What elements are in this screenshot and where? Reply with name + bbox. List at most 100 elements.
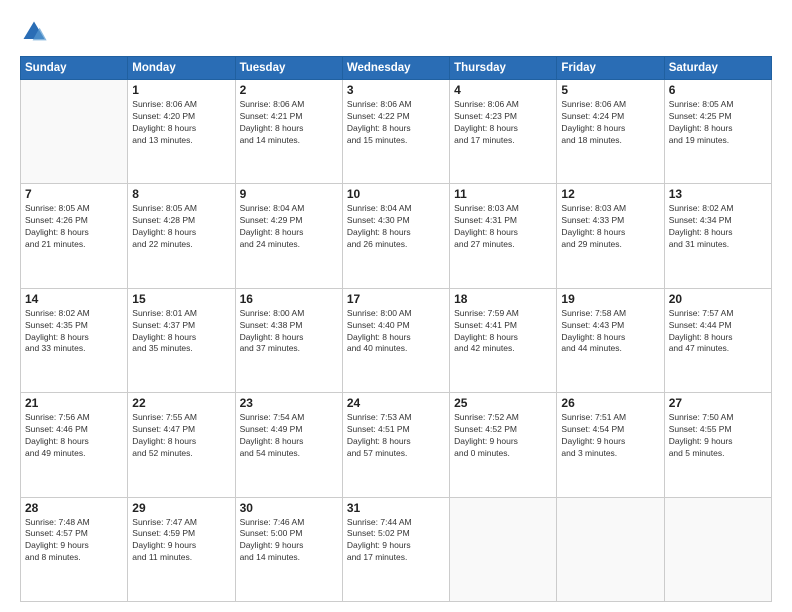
calendar-cell: 20 Sunrise: 7:57 AM Sunset: 4:44 PM Dayli… <box>664 288 771 392</box>
week-row-4: 28 Sunrise: 7:48 AM Sunset: 4:57 PM Dayli… <box>21 497 772 601</box>
calendar-cell: 11 Sunrise: 8:03 AM Sunset: 4:31 PM Dayli… <box>450 184 557 288</box>
calendar-cell: 17 Sunrise: 8:00 AM Sunset: 4:40 PM Dayli… <box>342 288 449 392</box>
day-number: 28 <box>25 501 123 515</box>
week-row-0: 1 Sunrise: 8:06 AM Sunset: 4:20 PM Daylig… <box>21 80 772 184</box>
calendar-cell: 4 Sunrise: 8:06 AM Sunset: 4:23 PM Daylig… <box>450 80 557 184</box>
day-number: 1 <box>132 83 230 97</box>
calendar-cell <box>21 80 128 184</box>
day-number: 20 <box>669 292 767 306</box>
calendar-cell: 12 Sunrise: 8:03 AM Sunset: 4:33 PM Dayli… <box>557 184 664 288</box>
calendar-cell: 22 Sunrise: 7:55 AM Sunset: 4:47 PM Dayli… <box>128 393 235 497</box>
calendar-cell <box>450 497 557 601</box>
calendar-header: SundayMondayTuesdayWednesdayThursdayFrid… <box>21 57 772 80</box>
day-number: 2 <box>240 83 338 97</box>
day-info: Sunrise: 8:04 AM Sunset: 4:29 PM Dayligh… <box>240 203 338 251</box>
day-info: Sunrise: 8:00 AM Sunset: 4:40 PM Dayligh… <box>347 308 445 356</box>
day-info: Sunrise: 7:53 AM Sunset: 4:51 PM Dayligh… <box>347 412 445 460</box>
calendar-cell: 10Sunrise: 8:04 AM Sunset: 4:30 PM Dayli… <box>342 184 449 288</box>
day-info: Sunrise: 8:06 AM Sunset: 4:24 PM Dayligh… <box>561 99 659 147</box>
calendar-cell: 3 Sunrise: 8:06 AM Sunset: 4:22 PM Daylig… <box>342 80 449 184</box>
page: SundayMondayTuesdayWednesdayThursdayFrid… <box>0 0 792 612</box>
calendar-cell: 31 Sunrise: 7:44 AM Sunset: 5:02 PM Dayli… <box>342 497 449 601</box>
day-number: 7 <box>25 187 123 201</box>
calendar-cell: 16 Sunrise: 8:00 AM Sunset: 4:38 PM Dayli… <box>235 288 342 392</box>
day-number: 5 <box>561 83 659 97</box>
day-info: Sunrise: 8:03 AM Sunset: 4:33 PM Dayligh… <box>561 203 659 251</box>
day-info: Sunrise: 7:51 AM Sunset: 4:54 PM Dayligh… <box>561 412 659 460</box>
day-info: Sunrise: 7:59 AM Sunset: 4:41 PM Dayligh… <box>454 308 552 356</box>
day-number: 15 <box>132 292 230 306</box>
calendar-cell: 5 Sunrise: 8:06 AM Sunset: 4:24 PM Daylig… <box>557 80 664 184</box>
logo <box>20 18 52 46</box>
calendar-cell: 27 Sunrise: 7:50 AM Sunset: 4:55 PM Dayli… <box>664 393 771 497</box>
calendar-body: 1 Sunrise: 8:06 AM Sunset: 4:20 PM Daylig… <box>21 80 772 602</box>
calendar-cell: 26 Sunrise: 7:51 AM Sunset: 4:54 PM Dayli… <box>557 393 664 497</box>
day-number: 24 <box>347 396 445 410</box>
calendar-cell: 2 Sunrise: 8:06 AM Sunset: 4:21 PM Daylig… <box>235 80 342 184</box>
calendar-cell: 6Sunrise: 8:05 AM Sunset: 4:25 PM Daylig… <box>664 80 771 184</box>
weekday-header-monday: Monday <box>128 57 235 80</box>
calendar-cell: 19Sunrise: 7:58 AM Sunset: 4:43 PM Dayli… <box>557 288 664 392</box>
day-info: Sunrise: 7:46 AM Sunset: 5:00 PM Dayligh… <box>240 517 338 565</box>
day-number: 29 <box>132 501 230 515</box>
day-number: 26 <box>561 396 659 410</box>
day-info: Sunrise: 8:06 AM Sunset: 4:21 PM Dayligh… <box>240 99 338 147</box>
day-info: Sunrise: 8:05 AM Sunset: 4:26 PM Dayligh… <box>25 203 123 251</box>
header <box>20 18 772 46</box>
day-info: Sunrise: 8:06 AM Sunset: 4:20 PM Dayligh… <box>132 99 230 147</box>
weekday-header-tuesday: Tuesday <box>235 57 342 80</box>
calendar-cell: 8 Sunrise: 8:05 AM Sunset: 4:28 PM Daylig… <box>128 184 235 288</box>
calendar-cell: 29 Sunrise: 7:47 AM Sunset: 4:59 PM Dayli… <box>128 497 235 601</box>
day-number: 27 <box>669 396 767 410</box>
calendar-cell: 23 Sunrise: 7:54 AM Sunset: 4:49 PM Dayli… <box>235 393 342 497</box>
day-number: 14 <box>25 292 123 306</box>
day-info: Sunrise: 8:02 AM Sunset: 4:35 PM Dayligh… <box>25 308 123 356</box>
day-number: 11 <box>454 187 552 201</box>
day-info: Sunrise: 8:06 AM Sunset: 4:23 PM Dayligh… <box>454 99 552 147</box>
weekday-header-friday: Friday <box>557 57 664 80</box>
week-row-3: 21 Sunrise: 7:56 AM Sunset: 4:46 PM Dayli… <box>21 393 772 497</box>
week-row-1: 7 Sunrise: 8:05 AM Sunset: 4:26 PM Daylig… <box>21 184 772 288</box>
day-number: 6 <box>669 83 767 97</box>
day-number: 31 <box>347 501 445 515</box>
day-number: 16 <box>240 292 338 306</box>
day-number: 8 <box>132 187 230 201</box>
day-info: Sunrise: 8:06 AM Sunset: 4:22 PM Dayligh… <box>347 99 445 147</box>
day-number: 19 <box>561 292 659 306</box>
day-number: 22 <box>132 396 230 410</box>
day-number: 30 <box>240 501 338 515</box>
day-info: Sunrise: 7:56 AM Sunset: 4:46 PM Dayligh… <box>25 412 123 460</box>
weekday-header-sunday: Sunday <box>21 57 128 80</box>
day-number: 23 <box>240 396 338 410</box>
weekday-row: SundayMondayTuesdayWednesdayThursdayFrid… <box>21 57 772 80</box>
day-number: 12 <box>561 187 659 201</box>
calendar-cell: 21 Sunrise: 7:56 AM Sunset: 4:46 PM Dayli… <box>21 393 128 497</box>
day-number: 13 <box>669 187 767 201</box>
calendar-cell: 24 Sunrise: 7:53 AM Sunset: 4:51 PM Dayli… <box>342 393 449 497</box>
day-info: Sunrise: 8:03 AM Sunset: 4:31 PM Dayligh… <box>454 203 552 251</box>
day-info: Sunrise: 8:05 AM Sunset: 4:28 PM Dayligh… <box>132 203 230 251</box>
calendar-cell: 28 Sunrise: 7:48 AM Sunset: 4:57 PM Dayli… <box>21 497 128 601</box>
day-number: 4 <box>454 83 552 97</box>
day-number: 25 <box>454 396 552 410</box>
day-number: 18 <box>454 292 552 306</box>
day-info: Sunrise: 7:57 AM Sunset: 4:44 PM Dayligh… <box>669 308 767 356</box>
calendar-cell: 7 Sunrise: 8:05 AM Sunset: 4:26 PM Daylig… <box>21 184 128 288</box>
calendar-cell <box>664 497 771 601</box>
day-info: Sunrise: 7:54 AM Sunset: 4:49 PM Dayligh… <box>240 412 338 460</box>
day-info: Sunrise: 8:01 AM Sunset: 4:37 PM Dayligh… <box>132 308 230 356</box>
day-number: 21 <box>25 396 123 410</box>
day-info: Sunrise: 7:44 AM Sunset: 5:02 PM Dayligh… <box>347 517 445 565</box>
day-number: 3 <box>347 83 445 97</box>
day-number: 9 <box>240 187 338 201</box>
day-number: 17 <box>347 292 445 306</box>
day-info: Sunrise: 7:50 AM Sunset: 4:55 PM Dayligh… <box>669 412 767 460</box>
day-info: Sunrise: 7:55 AM Sunset: 4:47 PM Dayligh… <box>132 412 230 460</box>
calendar-cell: 13 Sunrise: 8:02 AM Sunset: 4:34 PM Dayli… <box>664 184 771 288</box>
day-info: Sunrise: 8:02 AM Sunset: 4:34 PM Dayligh… <box>669 203 767 251</box>
day-info: Sunrise: 7:48 AM Sunset: 4:57 PM Dayligh… <box>25 517 123 565</box>
calendar-cell: 30 Sunrise: 7:46 AM Sunset: 5:00 PM Dayli… <box>235 497 342 601</box>
day-info: Sunrise: 8:00 AM Sunset: 4:38 PM Dayligh… <box>240 308 338 356</box>
day-info: Sunrise: 7:47 AM Sunset: 4:59 PM Dayligh… <box>132 517 230 565</box>
calendar-cell: 14 Sunrise: 8:02 AM Sunset: 4:35 PM Dayli… <box>21 288 128 392</box>
